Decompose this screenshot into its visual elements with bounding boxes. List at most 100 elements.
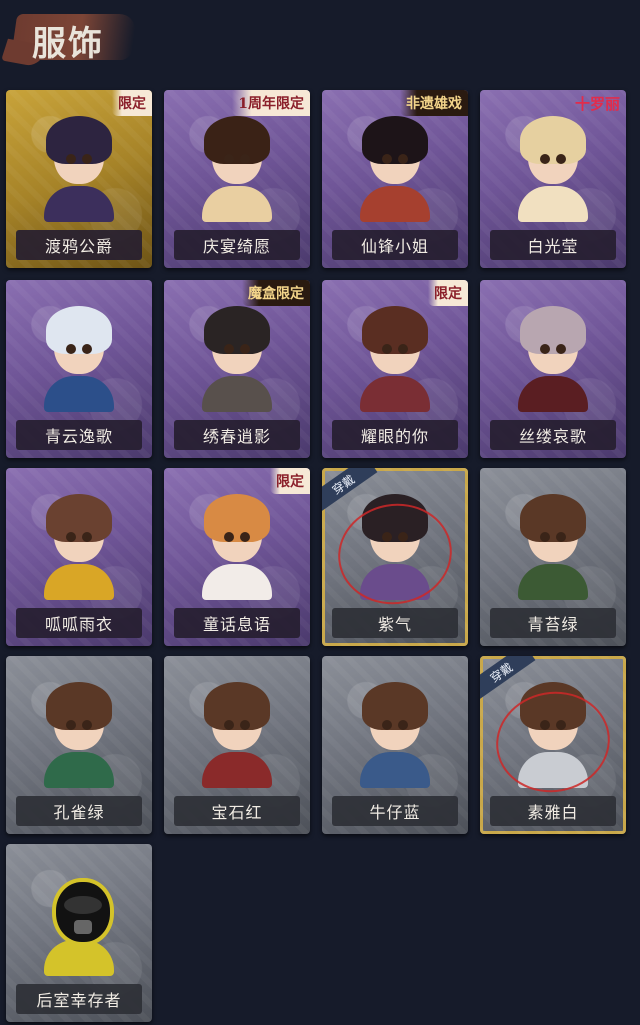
mask-filter	[74, 920, 92, 934]
character-portrait	[198, 110, 276, 222]
header: 服饰	[0, 0, 640, 80]
portrait-eye	[82, 720, 92, 730]
costume-card[interactable]: 十罗丽白光莹	[480, 90, 626, 268]
portrait-eye	[240, 344, 250, 354]
costume-badge: 限定	[112, 90, 152, 116]
portrait-eye	[240, 154, 250, 164]
costume-badge: 限定	[428, 280, 468, 306]
portrait-hair	[204, 306, 270, 354]
portrait-eye	[382, 344, 392, 354]
costume-card[interactable]: 限定渡鸦公爵	[6, 90, 152, 268]
character-portrait	[198, 488, 276, 600]
portrait-body	[360, 752, 430, 788]
portrait-eye	[382, 154, 392, 164]
portrait-body	[202, 376, 272, 412]
costume-name: 丝缕哀歌	[490, 420, 616, 450]
costume-card[interactable]: 穿戴 紫气	[322, 468, 468, 646]
costume-name: 紫气	[332, 608, 458, 638]
portrait-hair	[46, 116, 112, 164]
costume-name: 牛仔蓝	[332, 796, 458, 826]
portrait-eye	[82, 532, 92, 542]
costume-card[interactable]: 宝石红	[164, 656, 310, 834]
costume-card[interactable]: 魔盒限定 绣春逍影	[164, 280, 310, 458]
portrait-hair	[520, 306, 586, 354]
portrait-eye	[82, 344, 92, 354]
costume-card[interactable]: 牛仔蓝	[322, 656, 468, 834]
costume-card[interactable]: 青云逸歌	[6, 280, 152, 458]
character-portrait	[40, 110, 118, 222]
portrait-hair	[204, 494, 270, 542]
portrait-body	[518, 186, 588, 222]
portrait-hair	[46, 494, 112, 542]
costume-badge: 非遗雄戏	[400, 90, 468, 116]
costume-card[interactable]: 呱呱雨衣	[6, 468, 152, 646]
costume-name: 白光莹	[490, 230, 616, 260]
costume-name: 孔雀绿	[16, 796, 142, 826]
costume-name: 耀眼的你	[332, 420, 458, 450]
portrait-body	[518, 376, 588, 412]
costume-name: 呱呱雨衣	[16, 608, 142, 638]
costume-card[interactable]: 丝缕哀歌	[480, 280, 626, 458]
character-portrait	[356, 676, 434, 788]
portrait-eye	[556, 532, 566, 542]
portrait-body	[360, 376, 430, 412]
portrait-eye	[556, 154, 566, 164]
costume-badge: 1周年限定	[232, 90, 310, 116]
portrait-eye	[398, 344, 408, 354]
portrait-body	[44, 752, 114, 788]
costume-card[interactable]: 后室幸存者	[6, 844, 152, 1022]
costume-name: 绣春逍影	[174, 420, 300, 450]
portrait-hair	[520, 116, 586, 164]
portrait-hair	[204, 116, 270, 164]
portrait-body	[518, 564, 588, 600]
portrait-eye	[66, 720, 76, 730]
costume-card[interactable]: 孔雀绿	[6, 656, 152, 834]
costume-card[interactable]: 青苔绿	[480, 468, 626, 646]
costume-name: 宝石红	[174, 796, 300, 826]
portrait-eye	[540, 344, 550, 354]
portrait-eye	[556, 344, 566, 354]
portrait-body	[360, 186, 430, 222]
portrait-hair	[362, 682, 428, 730]
portrait-eye	[82, 154, 92, 164]
portrait-body	[44, 564, 114, 600]
portrait-eye	[224, 344, 234, 354]
portrait-eye	[66, 154, 76, 164]
portrait-hair	[362, 116, 428, 164]
costume-name: 童话息语	[174, 608, 300, 638]
costume-name: 渡鸦公爵	[16, 230, 142, 260]
costume-card[interactable]: 限定 童话息语	[164, 468, 310, 646]
costume-card[interactable]: 穿戴 素雅白	[480, 656, 626, 834]
portrait-eye	[224, 532, 234, 542]
portrait-body	[202, 186, 272, 222]
portrait-eye	[540, 154, 550, 164]
character-portrait	[198, 676, 276, 788]
portrait-eye	[540, 532, 550, 542]
costume-card[interactable]: 限定耀眼的你	[322, 280, 468, 458]
portrait-eye	[398, 154, 408, 164]
costume-card[interactable]: 非遗雄戏仙锋小姐	[322, 90, 468, 268]
portrait-eye	[382, 720, 392, 730]
character-portrait	[40, 300, 118, 412]
costume-badge: 十罗丽	[574, 94, 620, 113]
portrait-eye	[240, 720, 250, 730]
portrait-eye	[224, 154, 234, 164]
character-portrait	[514, 110, 592, 222]
mask-visor	[64, 896, 102, 914]
page-title: 服饰	[32, 24, 104, 64]
portrait-body	[44, 376, 114, 412]
portrait-hair	[362, 306, 428, 354]
costume-name: 青苔绿	[490, 608, 616, 638]
costume-name: 青云逸歌	[16, 420, 142, 450]
portrait-hair	[520, 494, 586, 542]
portrait-eye	[398, 720, 408, 730]
portrait-hair	[46, 682, 112, 730]
portrait-eye	[240, 532, 250, 542]
character-portrait	[514, 300, 592, 412]
character-portrait	[356, 110, 434, 222]
portrait-eye	[66, 344, 76, 354]
character-portrait	[198, 300, 276, 412]
gas-mask-helmet	[52, 878, 114, 946]
costume-name: 仙锋小姐	[332, 230, 458, 260]
costume-card[interactable]: 1周年限定 庆宴绮愿	[164, 90, 310, 268]
